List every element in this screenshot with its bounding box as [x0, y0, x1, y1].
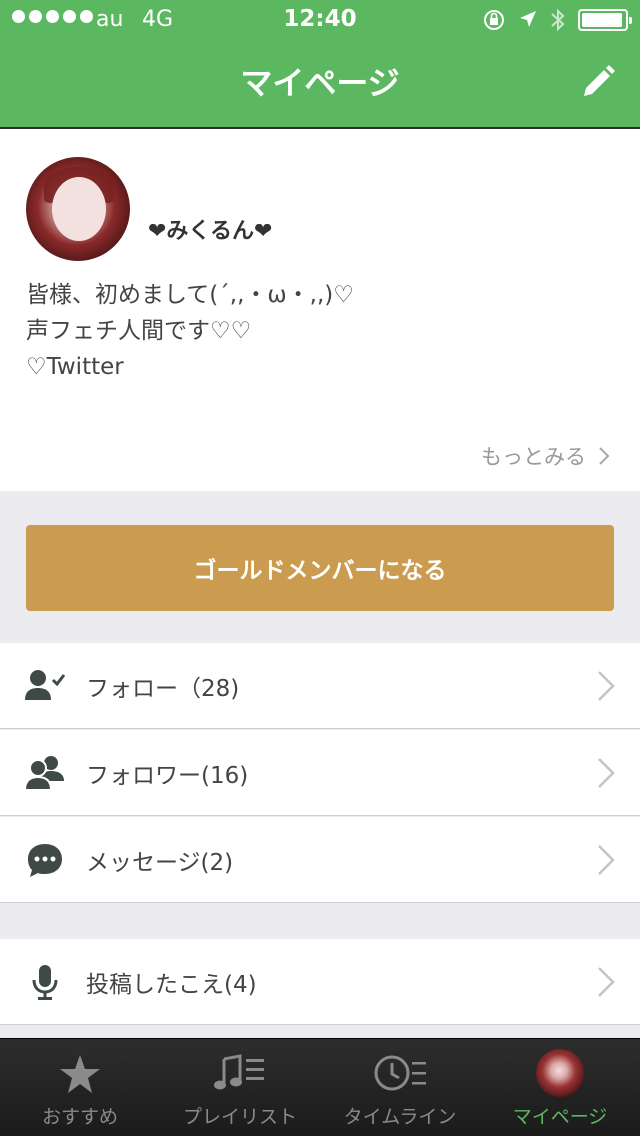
- microphone-icon: [32, 965, 58, 1000]
- music-list-icon: [214, 1054, 264, 1090]
- menu-item-label: フォロワー(16): [86, 763, 249, 789]
- chevron-right-icon: [598, 671, 615, 701]
- chevron-right-icon: [599, 447, 610, 465]
- tab-label: プレイリスト: [182, 1106, 297, 1128]
- profile-card: ❤みくるん❤ 皆様、初めまして(´,,・ω・,,)♡ 声フェチ人間です♡♡ ♡T…: [0, 129, 640, 491]
- chevron-right-icon: [598, 967, 615, 997]
- tab-timeline[interactable]: タイムライン: [320, 1039, 480, 1136]
- menu-item-label: メッセージ(2): [86, 850, 234, 876]
- menu-item-posts[interactable]: 投稿したこえ(4): [0, 939, 640, 1025]
- chevron-right-icon: [598, 845, 615, 875]
- menu-item-followers[interactable]: フォロワー(16): [0, 730, 640, 816]
- tab-label: タイムライン: [343, 1106, 457, 1128]
- profile-bio: 皆様、初めまして(´,,・ω・,,)♡ 声フェチ人間です♡♡ ♡Twitter: [26, 277, 354, 385]
- username: ❤みくるん❤: [148, 219, 273, 244]
- tab-bar: おすすめ プレイリスト タイムライン マイページ: [0, 1038, 640, 1136]
- tab-label: マイページ: [512, 1106, 608, 1128]
- see-more-label: もっとみる: [481, 445, 586, 469]
- bio-line: ♡Twitter: [26, 354, 124, 380]
- chevron-right-icon: [598, 758, 615, 788]
- tab-playlist[interactable]: プレイリスト: [160, 1039, 320, 1136]
- location-icon: [520, 11, 536, 27]
- rotation-lock-icon: [484, 10, 504, 30]
- clock-list-icon: [374, 1055, 426, 1091]
- pencil-icon[interactable]: [578, 62, 618, 102]
- status-bar: au 4G 12:40: [0, 0, 640, 40]
- menu-item-messages[interactable]: メッセージ(2): [0, 817, 640, 903]
- bluetooth-icon: [551, 8, 565, 32]
- bio-line: 声フェチ人間です♡♡: [26, 318, 252, 344]
- star-icon: [60, 1055, 100, 1093]
- tab-label: おすすめ: [41, 1106, 118, 1128]
- see-more-link[interactable]: もっとみる: [481, 441, 610, 471]
- chat-bubble-icon: [28, 844, 62, 877]
- users-icon: [24, 756, 64, 791]
- avatar[interactable]: [26, 157, 130, 261]
- bio-line: 皆様、初めまして(´,,・ω・,,)♡: [26, 282, 354, 308]
- menu-item-label: 投稿したこえ(4): [86, 972, 257, 998]
- tab-recommended[interactable]: おすすめ: [0, 1039, 160, 1136]
- avatar: [536, 1049, 584, 1097]
- battery-icon: [578, 9, 632, 31]
- menu-item-label: フォロー（28): [86, 676, 240, 702]
- user-check-icon: [25, 670, 66, 700]
- gold-member-button[interactable]: ゴールドメンバーになる: [26, 525, 614, 611]
- tab-mypage[interactable]: マイページ: [480, 1039, 640, 1136]
- menu-item-follow[interactable]: フォロー（28): [0, 643, 640, 729]
- header: au 4G 12:40 マイページ: [0, 0, 640, 129]
- page-title: マイページ: [240, 64, 400, 102]
